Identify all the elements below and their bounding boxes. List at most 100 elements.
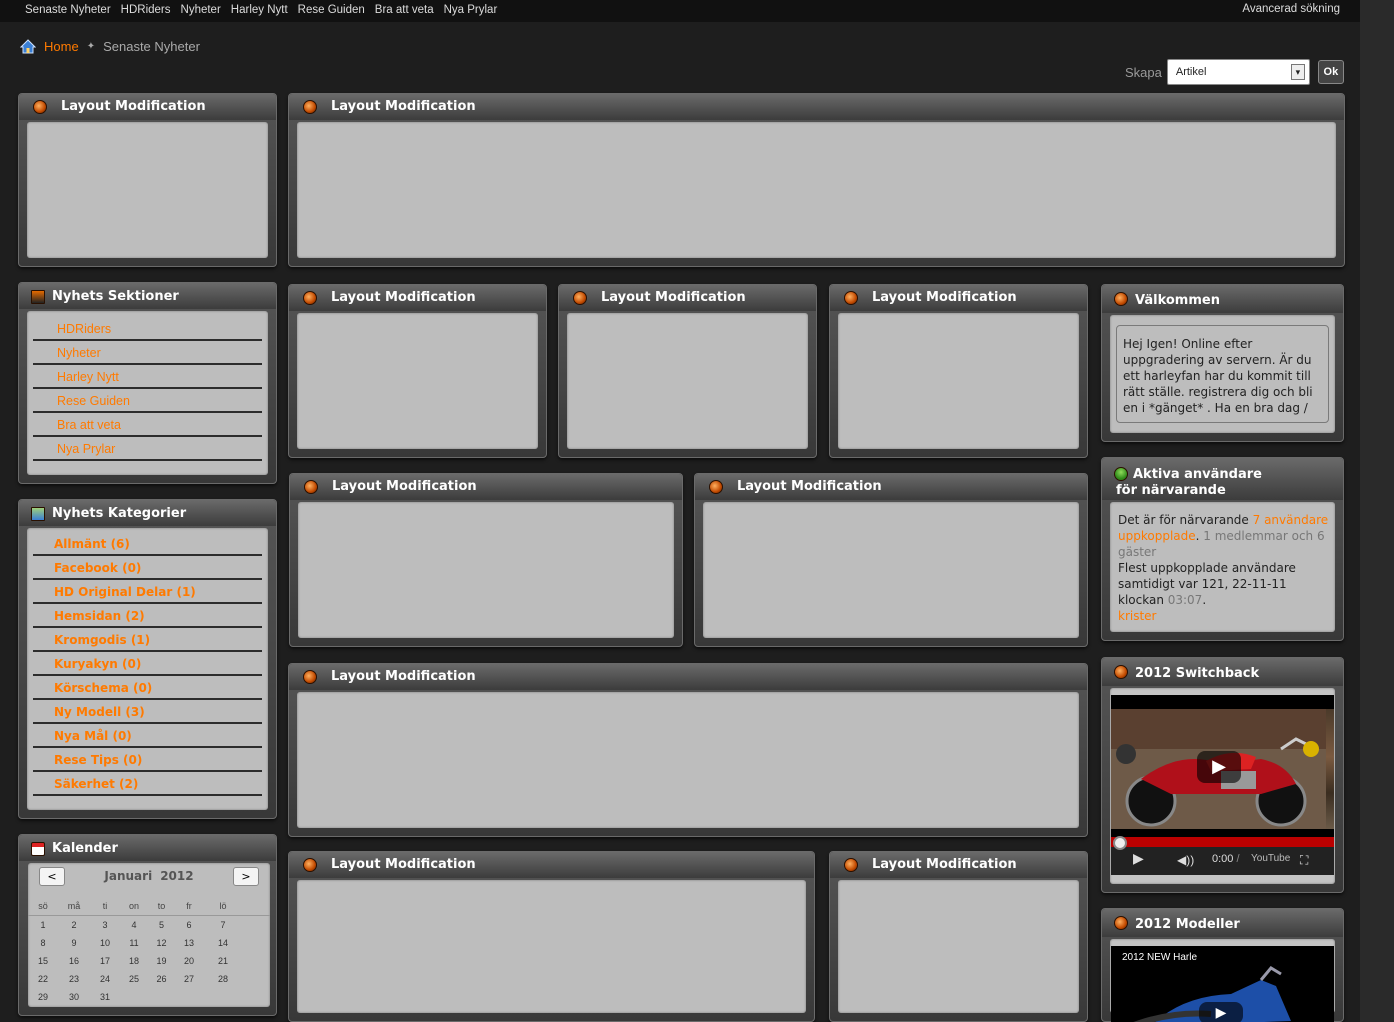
calendar-day[interactable]: 13	[175, 934, 203, 952]
nav-link-harley-nytt[interactable]: Harley Nytt	[231, 4, 288, 16]
breadcrumb-home-link[interactable]: Home	[44, 39, 79, 54]
welcome-panel: Välkommen Hej Igen! Online efter uppgrad…	[1101, 284, 1344, 442]
play-icon[interactable]: ▶	[1133, 850, 1144, 867]
weekday: sö	[38, 901, 48, 911]
nav-link-bra-att-veta[interactable]: Bra att veta	[375, 4, 434, 16]
nav-link-hdriders[interactable]: HDRiders	[121, 4, 171, 16]
panel-title: Layout Modification	[872, 290, 1017, 305]
online-text-part: Det är för närvarande	[1118, 513, 1253, 527]
list-item[interactable]: Ny Modell (3)	[33, 700, 262, 724]
list-item[interactable]: Bra att veta	[33, 413, 262, 437]
calendar-day[interactable]: 1	[28, 916, 58, 934]
calendar-day[interactable]: 9	[58, 934, 90, 952]
list-item[interactable]: Rese Guiden	[33, 389, 262, 413]
record-time: 03:07	[1167, 593, 1203, 607]
create-type-selected: Artikel	[1175, 66, 1207, 78]
calendar-day[interactable]: 14	[203, 934, 243, 952]
progress-knob[interactable]	[1113, 836, 1127, 850]
nav-link-nya-prylar[interactable]: Nya Prylar	[444, 4, 498, 16]
calendar-day[interactable]: 5	[148, 916, 175, 934]
calendar-day[interactable]: 31	[90, 988, 120, 1006]
list-item[interactable]: Rese Tips (0)	[33, 748, 262, 772]
list-item[interactable]: Kromgodis (1)	[33, 628, 262, 652]
panel-body: Det är för närvarande 7 användare uppkop…	[1110, 502, 1335, 632]
layout-panel: Layout Modification	[288, 93, 1345, 267]
calendar-day[interactable]: 6	[175, 916, 203, 934]
calendar-next-button[interactable]: >	[233, 867, 259, 886]
home-icon[interactable]	[20, 38, 36, 54]
calendar-day[interactable]: 23	[58, 970, 90, 988]
top-nav-links: Senaste Nyheter HDRiders Nyheter Harley …	[25, 4, 497, 16]
calendar-day[interactable]: 27	[175, 970, 203, 988]
create-type-select[interactable]: Artikel ▾	[1166, 59, 1310, 85]
youtube-logo[interactable]: YouTube	[1251, 853, 1290, 864]
panel-header: Layout Modification	[290, 474, 682, 500]
layout-panel: Layout Modification	[288, 284, 547, 458]
fullscreen-icon[interactable]: ⛶	[1300, 853, 1308, 868]
layout-panel: Layout Modification	[558, 284, 817, 458]
module-icon	[844, 291, 858, 305]
list-item[interactable]: Nya Prylar	[33, 437, 262, 461]
list-item[interactable]: HDRiders	[33, 317, 262, 341]
calendar-day	[175, 988, 203, 1006]
weekday: lö	[219, 901, 227, 911]
calendar-day[interactable]: 15	[28, 952, 58, 970]
ok-button[interactable]: Ok	[1317, 60, 1344, 84]
calendar-day[interactable]: 16	[58, 952, 90, 970]
calendar-day[interactable]: 7	[203, 916, 243, 934]
calendar-day[interactable]: 21	[203, 952, 243, 970]
volume-icon[interactable]: ◀))	[1177, 853, 1194, 867]
nav-link-rese-guiden[interactable]: Rese Guiden	[298, 4, 365, 16]
calendar-day[interactable]: 28	[203, 970, 243, 988]
nav-link-senaste-nyheter[interactable]: Senaste Nyheter	[25, 4, 111, 16]
calendar-day[interactable]: 20	[175, 952, 203, 970]
chevron-down-icon[interactable]: ▾	[1290, 64, 1305, 80]
categories-icon	[31, 507, 45, 521]
list-item[interactable]: Kuryakyn (0)	[33, 652, 262, 676]
list-item[interactable]: Körschema (0)	[33, 676, 262, 700]
calendar-day[interactable]: 25	[120, 970, 148, 988]
list-item[interactable]: Harley Nytt	[33, 365, 262, 389]
calendar-day[interactable]: 19	[148, 952, 175, 970]
calendar-day[interactable]: 12	[148, 934, 175, 952]
video-progress-bar[interactable]	[1111, 836, 1334, 850]
list-item[interactable]: Säkerhet (2)	[33, 772, 262, 796]
panel-header: 2012 Modeller	[1102, 909, 1343, 937]
calendar-day[interactable]: 18	[120, 952, 148, 970]
panel-title: Aktiva användare för närvarande	[1116, 467, 1262, 498]
calendar-grid: sö må ti on to fr lö 1 2 3 4 5 6 7 8 9 1…	[28, 897, 270, 1006]
advanced-search-link[interactable]: Avancerad sökning	[1242, 3, 1340, 15]
calendar-day[interactable]: 24	[90, 970, 120, 988]
list-item[interactable]: Nyheter	[33, 341, 262, 365]
calendar-day[interactable]: 22	[28, 970, 58, 988]
video-time: 0:00 /	[1212, 853, 1240, 865]
calendar-day[interactable]: 29	[28, 988, 58, 1006]
video-panel: 2012 Switchback ▶ ▶ ◀)) 0:00 / YouTube ⛶	[1101, 657, 1344, 893]
nav-link-nyheter[interactable]: Nyheter	[181, 4, 221, 16]
calendar-day[interactable]: 2	[58, 916, 90, 934]
youtube-video-player-models[interactable]: 2012 NEW Harle ▶	[1111, 946, 1334, 1022]
play-overlay-icon[interactable]: ▶	[1199, 1002, 1243, 1022]
current-time: 0:00	[1212, 853, 1234, 865]
layout-panel: Layout Modification	[288, 663, 1088, 837]
calendar-day[interactable]: 17	[90, 952, 120, 970]
sections-icon	[31, 290, 45, 304]
calendar-day[interactable]: 4	[120, 916, 148, 934]
online-member-link[interactable]: krister	[1118, 609, 1157, 623]
calendar-day[interactable]: 11	[120, 934, 148, 952]
calendar-day[interactable]: 26	[148, 970, 175, 988]
play-overlay-icon[interactable]: ▶	[1197, 751, 1241, 783]
list-item[interactable]: Allmänt (6)	[33, 532, 262, 556]
list-item[interactable]: Hemsidan (2)	[33, 604, 262, 628]
youtube-video-player[interactable]: ▶ ▶ ◀)) 0:00 / YouTube ⛶	[1111, 695, 1334, 875]
breadcrumb: Home ✦ Senaste Nyheter	[20, 37, 200, 55]
list-item[interactable]: HD Original Delar (1)	[33, 580, 262, 604]
calendar-day[interactable]: 3	[90, 916, 120, 934]
calendar-month: Januari	[104, 869, 153, 883]
calendar-day[interactable]: 10	[90, 934, 120, 952]
calendar-day[interactable]: 8	[28, 934, 58, 952]
welcome-message: Hej Igen! Online efter uppgradering av s…	[1116, 325, 1329, 423]
list-item[interactable]: Nya Mål (0)	[33, 724, 262, 748]
calendar-day[interactable]: 30	[58, 988, 90, 1006]
list-item[interactable]: Facebook (0)	[33, 556, 262, 580]
